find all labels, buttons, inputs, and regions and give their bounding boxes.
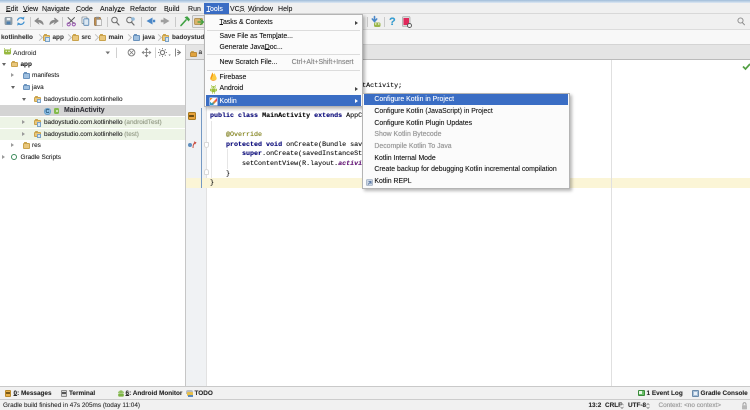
svg-text:?: ? (389, 16, 396, 28)
svg-text:Android: Android (13, 50, 37, 57)
